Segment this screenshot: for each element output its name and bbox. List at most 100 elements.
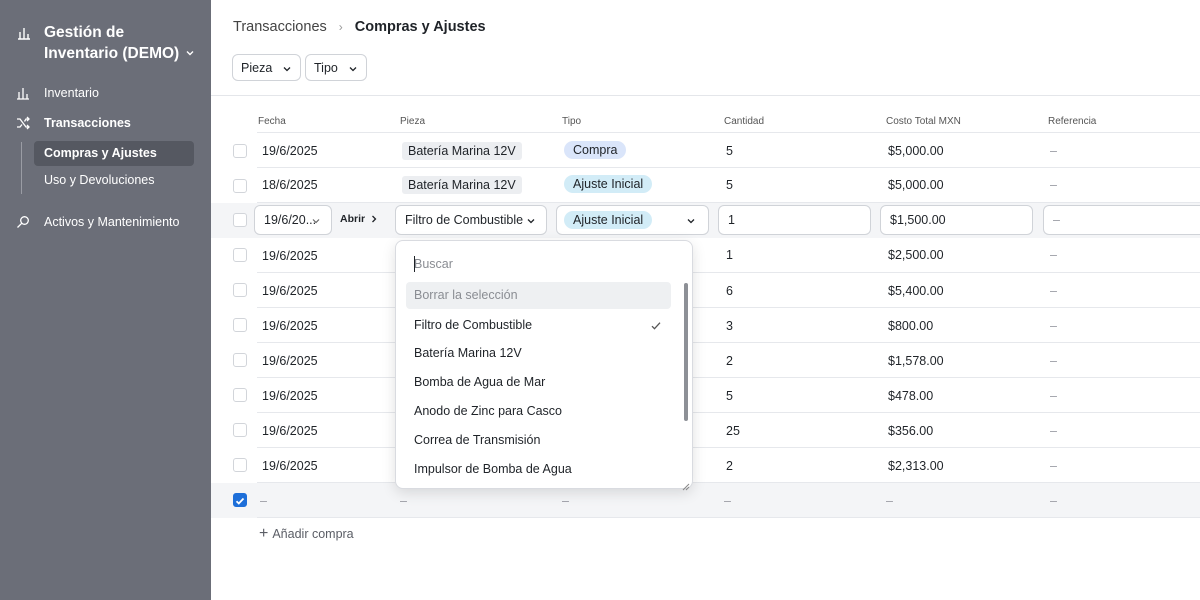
cell-referencia[interactable]: – <box>1050 144 1057 158</box>
cell-costo[interactable]: – <box>886 494 893 508</box>
row-checkbox[interactable] <box>233 423 247 437</box>
sidebar-item-inventario[interactable]: Inventario <box>16 86 99 100</box>
cell-fecha[interactable]: 19/6/2025 <box>262 144 318 158</box>
row-checkbox[interactable] <box>233 458 247 472</box>
filter-label: Pieza <box>241 60 273 75</box>
cell-fecha[interactable]: 18/6/2025 <box>262 178 318 192</box>
cell-referencia[interactable]: – <box>1050 319 1057 333</box>
cell-costo[interactable]: $5,000.00 <box>888 178 944 192</box>
cell-fecha[interactable]: 19/6/2025 <box>262 459 318 473</box>
open-row-button[interactable]: Abrir <box>340 213 379 225</box>
breadcrumb-parent[interactable]: Transacciones <box>233 19 327 35</box>
cell-fecha[interactable]: 19/6/2025 <box>262 284 318 298</box>
pieza-select[interactable]: Filtro de Combustible <box>395 205 547 235</box>
cell-fecha[interactable]: – <box>260 494 267 508</box>
tipo-pill: Compra <box>564 141 627 159</box>
tipo-select[interactable]: Ajuste Inicial <box>556 205 709 235</box>
subnav-divider <box>21 142 22 194</box>
chevron-down-icon <box>311 215 321 225</box>
dropdown-option[interactable]: Anodo de Zinc para Casco <box>414 404 562 418</box>
dropdown-option[interactable]: Batería Marina 12V <box>414 346 522 360</box>
cell-pieza[interactable]: – <box>400 494 407 508</box>
cell-cantidad[interactable]: – <box>724 494 731 508</box>
filter-label: Tipo <box>314 60 338 75</box>
clear-selection-option[interactable]: Borrar la selección <box>406 282 671 309</box>
dropdown-search-input[interactable]: Buscar <box>414 257 453 271</box>
cell-costo[interactable]: $478.00 <box>888 389 933 403</box>
row-checkbox[interactable] <box>233 283 247 297</box>
cell-pieza[interactable]: Batería Marina 12V <box>402 176 522 194</box>
chevron-down-icon <box>686 215 696 225</box>
cell-referencia[interactable]: – <box>1050 248 1057 262</box>
sidebar-subitem-compras-ajustes[interactable]: Compras y Ajustes <box>34 141 194 166</box>
costo-input[interactable]: $1,500.00 <box>880 205 1033 235</box>
cell-costo[interactable]: $2,500.00 <box>888 248 944 262</box>
row-checkbox[interactable] <box>233 353 247 367</box>
cell-tipo[interactable]: Ajuste Inicial <box>564 175 653 193</box>
row-checkbox[interactable] <box>233 213 247 227</box>
chevron-right-icon <box>372 215 377 223</box>
cell-fecha[interactable]: 19/6/2025 <box>262 424 318 438</box>
fecha-picker[interactable]: 19/6/20... <box>254 205 332 235</box>
cell-referencia[interactable]: – <box>1050 354 1057 368</box>
dropdown-scrollbar[interactable] <box>684 283 688 421</box>
cell-fecha[interactable]: 19/6/2025 <box>262 319 318 333</box>
cantidad-input[interactable]: 1 <box>718 205 871 235</box>
cell-costo[interactable]: $1,578.00 <box>888 354 944 368</box>
cell-tipo[interactable]: Compra <box>564 141 627 159</box>
resize-handle-icon[interactable] <box>682 478 690 491</box>
chevron-down-icon <box>184 46 196 58</box>
cell-cantidad[interactable]: 2 <box>726 459 733 473</box>
cell-fecha[interactable]: 19/6/2025 <box>262 354 318 368</box>
row-checkbox[interactable] <box>233 144 247 158</box>
row-checkbox[interactable] <box>233 179 247 193</box>
cell-cantidad[interactable]: 5 <box>726 178 733 192</box>
cell-costo[interactable]: $5,400.00 <box>888 284 944 298</box>
cell-cantidad[interactable]: 5 <box>726 389 733 403</box>
cell-fecha[interactable]: 19/6/2025 <box>262 249 318 263</box>
cell-referencia[interactable]: – <box>1050 284 1057 298</box>
app-title[interactable]: Gestión de Inventario (DEMO) <box>16 22 206 64</box>
chevron-down-icon <box>526 215 536 225</box>
add-label: Añadir compra <box>272 527 354 541</box>
filter-tipo-button[interactable]: Tipo <box>305 54 367 81</box>
sidebar-item-transacciones[interactable]: Transacciones <box>16 116 131 130</box>
fecha-value: 19/6/20... <box>264 213 317 227</box>
dropdown-option[interactable]: Correa de Transmisión <box>414 433 540 447</box>
cell-cantidad[interactable]: 25 <box>726 424 740 438</box>
cell-costo[interactable]: $2,313.00 <box>888 459 944 473</box>
cell-cantidad[interactable]: 2 <box>726 354 733 368</box>
cell-pieza[interactable]: Batería Marina 12V <box>402 142 522 160</box>
add-purchase-button[interactable]: + Añadir compra <box>259 526 354 542</box>
cell-fecha[interactable]: 19/6/2025 <box>262 389 318 403</box>
dropdown-option[interactable]: Bomba de Agua de Mar <box>414 375 545 389</box>
row-checkbox[interactable] <box>233 388 247 402</box>
row-checkbox[interactable] <box>233 318 247 332</box>
cell-tipo[interactable]: – <box>562 494 569 508</box>
referencia-input[interactable]: – <box>1043 205 1200 235</box>
cell-referencia[interactable]: – <box>1050 424 1057 438</box>
cell-costo[interactable]: $5,000.00 <box>888 144 944 158</box>
cell-referencia[interactable]: – <box>1050 494 1057 508</box>
cell-referencia[interactable]: – <box>1050 178 1057 192</box>
dropdown-option[interactable]: Filtro de Combustible <box>414 318 532 332</box>
chevron-down-icon <box>282 63 292 73</box>
tipo-pill: Ajuste Inicial <box>564 211 653 229</box>
cell-cantidad[interactable]: 1 <box>726 248 733 262</box>
cell-costo[interactable]: $356.00 <box>888 424 933 438</box>
cell-costo[interactable]: $800.00 <box>888 319 933 333</box>
cell-referencia[interactable]: – <box>1050 459 1057 473</box>
cell-cantidad[interactable]: 3 <box>726 319 733 333</box>
cell-cantidad[interactable]: 5 <box>726 144 733 158</box>
bar-chart-icon <box>16 86 30 100</box>
cell-referencia[interactable]: – <box>1050 389 1057 403</box>
dropdown-option[interactable]: Impulsor de Bomba de Agua <box>414 462 572 476</box>
check-icon <box>650 319 662 331</box>
sidebar-subitem-uso-devoluciones[interactable]: Uso y Devoluciones <box>34 168 194 193</box>
row-checkbox[interactable] <box>233 248 247 262</box>
filter-pieza-button[interactable]: Pieza <box>232 54 302 81</box>
app-title-text: Gestión de Inventario (DEMO) <box>44 24 180 62</box>
row-checkbox-checked[interactable] <box>233 493 247 507</box>
sidebar-item-activos[interactable]: Activos y Mantenimiento <box>16 215 179 229</box>
cell-cantidad[interactable]: 6 <box>726 284 733 298</box>
